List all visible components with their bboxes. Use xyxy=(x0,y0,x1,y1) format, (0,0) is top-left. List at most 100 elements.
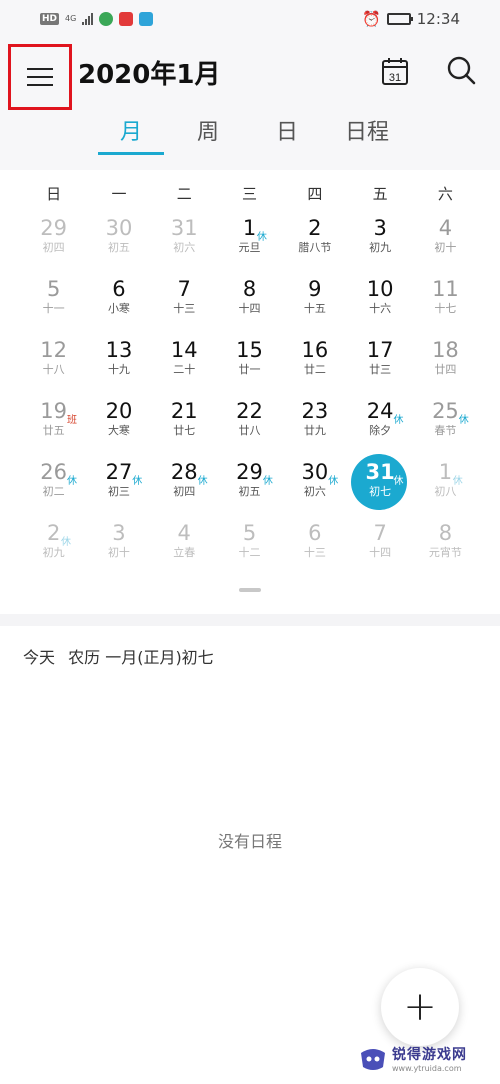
network-type: 4G xyxy=(65,14,77,23)
day-number: 16 xyxy=(301,338,329,362)
calendar-day[interactable]: 19 廿五班 xyxy=(21,393,86,454)
calendar-day[interactable]: 4 立春 xyxy=(152,515,217,576)
calendar-day[interactable]: 25 春节休 xyxy=(413,393,478,454)
day-number: 25 xyxy=(432,399,459,423)
calendar-day[interactable]: 4 初十 xyxy=(413,210,478,271)
tab-week[interactable]: 周 xyxy=(175,114,241,146)
lunar-day: 初九 xyxy=(42,546,65,559)
day-number: 29 xyxy=(40,216,68,240)
today-label: 今天 xyxy=(23,648,56,667)
lunar-day: 十四 xyxy=(238,302,261,315)
lunar-day: 初八 xyxy=(434,485,457,498)
calendar-day[interactable]: 1 初八休 xyxy=(413,454,478,515)
drag-handle[interactable] xyxy=(239,588,261,592)
calendar-day[interactable]: 29 初四 xyxy=(21,210,86,271)
calendar-day[interactable]: 24 除夕休 xyxy=(347,393,412,454)
day-number: 8 xyxy=(438,521,453,545)
drag-handle-area[interactable] xyxy=(0,576,500,614)
calendar-day[interactable]: 7 十四 xyxy=(347,515,412,576)
lunar-day: 初四 xyxy=(42,241,65,254)
calendar-day[interactable]: 21 廿七 xyxy=(152,393,217,454)
lunar-day: 初二 xyxy=(42,485,65,498)
calendar-day[interactable]: 30 初六休 xyxy=(282,454,347,515)
lunar-day: 初十 xyxy=(107,546,130,559)
calendar-day[interactable]: 13 十九 xyxy=(86,332,151,393)
calendar-day[interactable]: 12 十八 xyxy=(21,332,86,393)
day-number: 4 xyxy=(438,216,453,240)
lunar-day: 廿三 xyxy=(369,363,392,376)
day-number: 2 xyxy=(46,521,61,545)
day-number: 2 xyxy=(308,216,322,240)
holiday-badge: 休 xyxy=(452,476,463,487)
calendar-day[interactable]: 5 十二 xyxy=(217,515,282,576)
signal-icon xyxy=(82,13,94,25)
day-number: 28 xyxy=(170,460,198,484)
calendar-day-today[interactable]: 31 初七休 xyxy=(347,454,412,515)
calendar-day[interactable]: 23 廿九 xyxy=(282,393,347,454)
calendar-day[interactable]: 29 初五休 xyxy=(217,454,282,515)
day-number: 17 xyxy=(366,338,394,362)
calendar-day[interactable]: 31 初六 xyxy=(152,210,217,271)
search-button[interactable] xyxy=(445,54,477,86)
calendar-day[interactable]: 2 腊八节 xyxy=(282,210,347,271)
calendar-day[interactable]: 1 元旦休 xyxy=(217,210,282,271)
lunar-day: 初十 xyxy=(434,241,457,254)
calendar-day[interactable]: 14 二十 xyxy=(152,332,217,393)
calendar-day[interactable]: 5 十一 xyxy=(21,271,86,332)
lunar-date: 农历 一月(正月)初七 xyxy=(68,648,214,667)
lunar-day: 廿四 xyxy=(434,363,457,376)
lunar-day: 廿九 xyxy=(303,424,326,437)
calendar-day[interactable]: 2 初九休 xyxy=(21,515,86,576)
calendar-day[interactable]: 7 十三 xyxy=(152,271,217,332)
status-right: ⏰ 12:34 xyxy=(362,10,460,28)
calendar-day[interactable]: 28 初四休 xyxy=(152,454,217,515)
calendar-day[interactable]: 10 十六 xyxy=(347,271,412,332)
calendar-icon: 31 xyxy=(382,58,408,85)
plus-icon: + xyxy=(403,984,437,1030)
calendar-day[interactable]: 15 廿一 xyxy=(217,332,282,393)
calendar-week-row: 19 廿五班 20 大寒 21 廿七 22 廿八 23 廿九 24 除夕休 25 春节休 xyxy=(0,393,500,454)
lunar-day: 元宵节 xyxy=(428,546,462,559)
app-notification-icon xyxy=(119,12,134,26)
calendar-day[interactable]: 11 十七 xyxy=(413,271,478,332)
today-lunar-info: 今天 农历 一月(正月)初七 xyxy=(0,626,500,686)
day-number: 31 xyxy=(170,216,198,240)
calendar-day[interactable]: 8 十四 xyxy=(217,271,282,332)
lunar-day: 大寒 xyxy=(107,424,130,437)
watermark-url: www.ytruida.com xyxy=(392,1064,462,1073)
tab-agenda[interactable]: 日程 xyxy=(334,114,400,146)
search-icon xyxy=(447,56,476,85)
lunar-day: 初七 xyxy=(369,485,392,498)
tab-day[interactable]: 日 xyxy=(254,114,320,146)
day-number: 27 xyxy=(105,460,133,484)
add-event-button[interactable]: + xyxy=(381,968,459,1046)
calendar-day[interactable]: 9 十五 xyxy=(282,271,347,332)
watermark: 锐得游戏网 www.ytruida.com xyxy=(358,1044,467,1073)
calendar-day[interactable]: 22 廿八 xyxy=(217,393,282,454)
calendar-day[interactable]: 17 廿三 xyxy=(347,332,412,393)
tab-month[interactable]: 月 xyxy=(98,114,164,146)
day-number: 6 xyxy=(112,277,126,301)
menu-button[interactable] xyxy=(8,44,72,110)
lunar-day: 十一 xyxy=(42,302,65,315)
calendar-day[interactable]: 16 廿二 xyxy=(282,332,347,393)
view-tabs: 月 周 日 日程 xyxy=(0,106,500,170)
calendar-day[interactable]: 3 初十 xyxy=(86,515,151,576)
calendar-day[interactable]: 6 小寒 xyxy=(86,271,151,332)
calendar-day[interactable]: 6 十三 xyxy=(282,515,347,576)
hamburger-icon xyxy=(27,62,53,92)
holiday-badge: 休 xyxy=(393,415,404,426)
calendar-day[interactable]: 26 初二休 xyxy=(21,454,86,515)
day-number: 24 xyxy=(366,399,394,423)
calendar-day[interactable]: 30 初五 xyxy=(86,210,151,271)
calendar-day[interactable]: 8 元宵节 xyxy=(413,515,478,576)
today-button[interactable]: 31 xyxy=(381,56,409,86)
calendar-day[interactable]: 18 廿四 xyxy=(413,332,478,393)
calendar-day[interactable]: 27 初三休 xyxy=(86,454,151,515)
lunar-day: 元旦 xyxy=(238,241,261,254)
calendar-day[interactable]: 20 大寒 xyxy=(86,393,151,454)
holiday-badge: 休 xyxy=(458,415,469,426)
calendar-day[interactable]: 3 初九 xyxy=(347,210,412,271)
page-title: 2020年1月 xyxy=(78,60,221,90)
hd-icon: HD xyxy=(40,13,60,25)
